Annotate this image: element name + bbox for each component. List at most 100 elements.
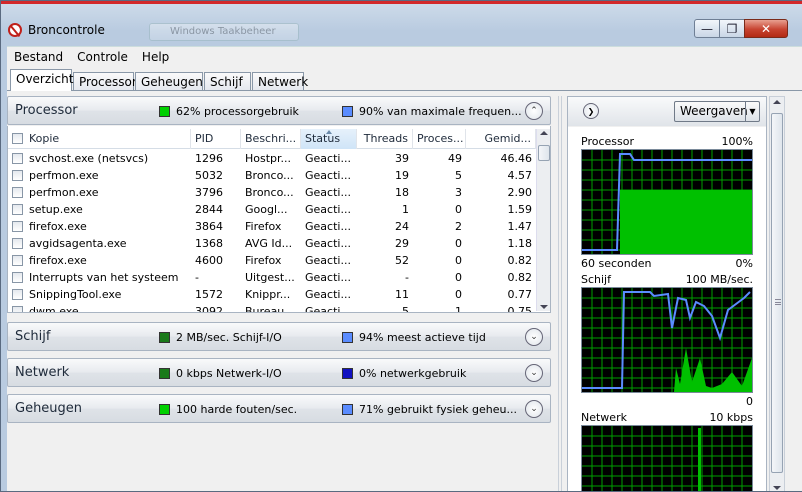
pane-splitter[interactable] [558, 96, 562, 491]
chevron-down-icon[interactable]: ⌄ [525, 328, 543, 346]
chevron-right-icon[interactable]: ❯ [583, 103, 599, 119]
row-checkbox[interactable] [12, 170, 23, 181]
process-name-cell: SnippingTool.exe [8, 286, 191, 303]
table-cell: 5032 [195, 169, 223, 182]
process-name-cell: setup.exe [8, 201, 191, 218]
scroll-down-icon[interactable] [773, 486, 781, 490]
table-row[interactable]: perfmon.exe 5032 Bronco... Geacti... 19 5 4.57 [8, 167, 536, 184]
netwerk-graph-title: Netwerk [581, 411, 627, 424]
dropdown-arrow-icon[interactable]: ▼ [745, 102, 759, 121]
scroll-down-icon[interactable] [540, 305, 548, 309]
tab-strip: Overzicht Processor Geheugen Schijf Netw… [7, 67, 802, 91]
row-checkbox[interactable] [12, 306, 23, 312]
table-cell: 0 [455, 271, 462, 284]
row-checkbox[interactable] [12, 153, 23, 164]
process-name-cell: firefox.exe [8, 218, 191, 235]
process-name-cell: perfmon.exe [8, 184, 191, 201]
row-checkbox[interactable] [12, 187, 23, 198]
processor-graph-panel: Processor 100% 60 seconden 0% [581, 135, 753, 271]
table-cell: 18 [395, 186, 409, 199]
schijf-graph [581, 287, 753, 393]
process-name-cell: firefox.exe [8, 252, 191, 269]
chevron-down-icon[interactable]: ⌄ [525, 364, 543, 382]
table-cell: AVG Id... [245, 237, 293, 250]
row-checkbox[interactable] [12, 289, 23, 300]
processor-graph-timespan: 60 seconden [581, 257, 652, 270]
table-row[interactable]: avgidsagenta.exe 1368 AVG Id... Geacti... 29… [8, 235, 536, 252]
table-row[interactable]: perfmon.exe 3796 Bronco... Geacti... 18 3 2.90 [8, 184, 536, 201]
table-row[interactable]: svchost.exe (netsvcs) 1296 Hostpr... Geacti… [8, 150, 536, 167]
row-checkbox[interactable] [12, 204, 23, 215]
table-row[interactable]: firefox.exe 3864 Firefox Geacti... 24 2 1.47 [8, 218, 536, 235]
table-cell: 3092 [195, 305, 223, 313]
views-button[interactable]: Weergaven ▼ [674, 101, 760, 122]
table-cell: Geacti... [305, 288, 351, 301]
graphs-area: Processor 100% 60 seconden 0% Schijf 100… [568, 127, 766, 491]
table-row[interactable]: dwm.exe 3092 Bureau... Geacti... 5 1 0.75 [8, 303, 536, 313]
select-all-checkbox[interactable] [12, 133, 23, 144]
scroll-up-icon[interactable] [773, 100, 781, 104]
table-cell: Firefox [245, 254, 282, 267]
row-checkbox[interactable] [12, 272, 23, 283]
column-threads[interactable]: Threads [357, 129, 413, 149]
column-processor[interactable]: Proces... [413, 129, 466, 149]
column-kopie[interactable]: Kopie [8, 129, 191, 149]
table-row[interactable]: SnippingTool.exe 1572 Knippr... Geacti... 11… [8, 286, 536, 303]
background-window-title: Windows Taakbeheer [149, 23, 299, 41]
menu-bar: Bestand Controle Help [7, 46, 802, 67]
tab-overzicht[interactable]: Overzicht [10, 69, 73, 91]
row-checkbox[interactable] [12, 221, 23, 232]
maximize-button[interactable]: ❐ [719, 19, 745, 38]
close-button[interactable]: ✕ [744, 19, 788, 38]
row-checkbox[interactable] [12, 238, 23, 249]
tab-netwerk[interactable]: Netwerk [252, 72, 308, 91]
schijf-active-line [582, 291, 751, 389]
schijf-section-header[interactable]: Schijf 2 MB/sec. Schijf-I/O 94% meest ac… [7, 322, 551, 351]
processor-section-header[interactable]: Processor 62% processorgebruik 90% van m… [7, 96, 551, 125]
table-row[interactable]: firefox.exe 4600 Firefox Geacti... 52 0 0.82 [8, 252, 536, 269]
minimize-button[interactable]: — [694, 19, 720, 38]
schijf-graph-panel: Schijf 100 MB/sec. 0 [581, 273, 753, 408]
menu-help[interactable]: Help [135, 47, 176, 68]
processor-frequency-text: 90% van maximale frequen... [359, 105, 522, 118]
table-cell: Geacti... [305, 203, 351, 216]
table-cell: 1.18 [507, 237, 533, 250]
graphs-scrollbar-thumb[interactable] [771, 113, 783, 473]
table-row[interactable]: Interrupts van het systeem - Uitgest... Gea… [8, 269, 536, 286]
processor-graph-min: 0% [735, 257, 753, 270]
table-row[interactable]: setup.exe 2844 Googl... Geacti... 1 0 1.59 [8, 201, 536, 218]
row-checkbox[interactable] [12, 255, 23, 266]
netwerk-io-text: 0 kbps Netwerk-I/O [176, 367, 282, 380]
tab-geheugen[interactable]: Geheugen [135, 72, 203, 91]
tab-processor[interactable]: Processor [73, 72, 137, 91]
scrollbar-thumb[interactable] [538, 145, 550, 161]
column-status[interactable]: Status [301, 129, 357, 149]
table-cell: 1.47 [507, 220, 533, 233]
table-cell: 1296 [195, 152, 223, 165]
views-label: Weergaven [680, 104, 748, 118]
table-cell: 4600 [195, 254, 223, 267]
netwerk-section-header[interactable]: Netwerk 0 kbps Netwerk-I/O 0% netwerkgeb… [7, 358, 551, 387]
scroll-up-icon[interactable] [540, 131, 548, 135]
tab-schijf[interactable]: Schijf [204, 72, 251, 91]
table-scrollbar[interactable] [536, 129, 550, 311]
blue-indicator-icon [342, 106, 353, 117]
graphs-scrollbar[interactable] [769, 96, 785, 491]
geheugen-section-header[interactable]: Geheugen 100 harde fouten/sec. 71% gebru… [7, 394, 551, 423]
column-beschrijving[interactable]: Beschri... [241, 129, 301, 149]
title-bar[interactable]: Broncontrole Windows Taakbeheer — ❐ ✕ [1, 1, 802, 45]
menu-controle[interactable]: Controle [70, 47, 135, 68]
green-indicator-icon [159, 332, 170, 343]
menu-bestand[interactable]: Bestand [7, 47, 70, 68]
geheugen-faults-text: 100 harde fouten/sec. [176, 403, 298, 416]
chevron-up-icon[interactable]: ⌃ [525, 102, 543, 120]
table-cell: Knippr... [245, 288, 291, 301]
table-cell: 2844 [195, 203, 223, 216]
chevron-down-icon[interactable]: ⌄ [525, 400, 543, 418]
column-pid[interactable]: PID [191, 129, 241, 149]
netwerk-io-spike [698, 428, 701, 491]
blue-indicator-icon [342, 332, 353, 343]
column-gemiddeld[interactable]: Gemid... [466, 129, 536, 149]
table-cell: 19 [395, 169, 409, 182]
graph-grid [582, 288, 752, 392]
